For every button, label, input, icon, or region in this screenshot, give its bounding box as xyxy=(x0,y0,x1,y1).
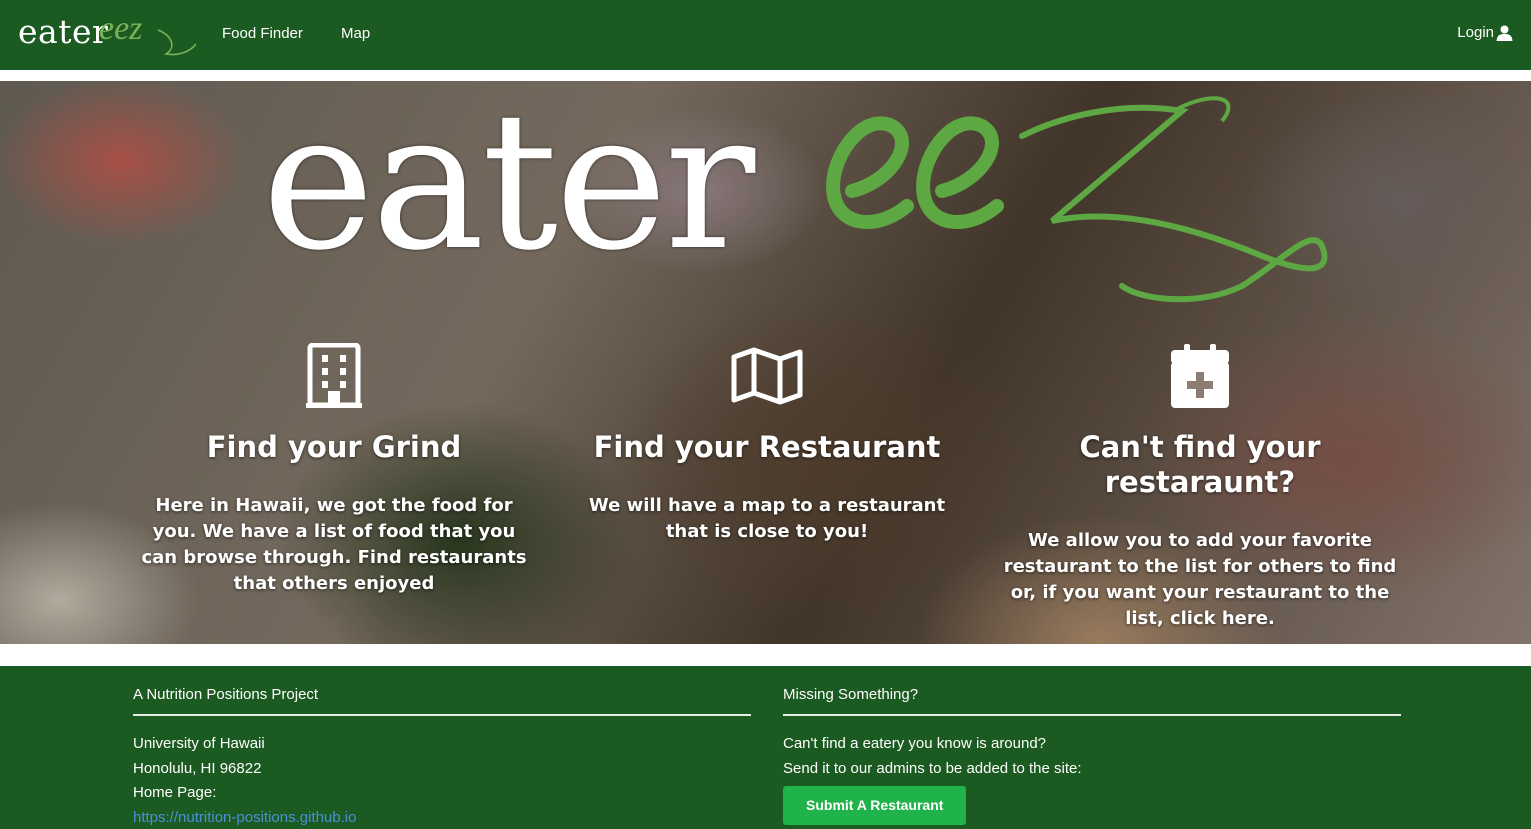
feature-description: We allow you to add your favorite restau… xyxy=(1003,529,1397,629)
map-icon xyxy=(731,347,803,405)
feature-description: Here in Hawaii, we got the food for you.… xyxy=(141,494,527,594)
submit-restaurant-button[interactable]: Submit A Restaurant xyxy=(783,786,967,825)
footer-line: Send it to our admins to be added to the… xyxy=(783,759,1082,777)
footer-address: University of Hawaii Honolulu, HI 96822 … xyxy=(133,732,751,829)
feature-title: Find your Restaurant xyxy=(593,430,941,464)
footer: A Nutrition Positions Project University… xyxy=(0,666,1531,829)
home-page-link[interactable]: https://nutrition-positions.github.io xyxy=(133,806,751,829)
calendar-plus-icon xyxy=(1171,344,1229,408)
top-navbar: eater eez Food Finder Map Login xyxy=(0,0,1531,70)
footer-missing-something: Missing Something? Can't find a eatery y… xyxy=(783,666,1401,825)
footer-line: Home Page: xyxy=(133,784,217,801)
footer-line: Honolulu, HI 96822 xyxy=(133,759,262,777)
feature-title: Can't find your restaraunt? xyxy=(1079,430,1321,499)
brand-logo-eater-text: eater xyxy=(18,12,109,51)
footer-heading: Missing Something? xyxy=(783,686,1401,716)
brand-swash-icon xyxy=(157,29,197,56)
nav-map-link[interactable]: Map xyxy=(341,25,370,42)
feature-add-restaurant[interactable]: Can't find your restaraunt? We allow you… xyxy=(1002,336,1398,632)
building-icon xyxy=(306,343,362,408)
hero-logo-eater-text: eater xyxy=(262,81,755,292)
footer-line: Can't find a eatery you know is around? xyxy=(783,735,1047,752)
user-icon xyxy=(1496,25,1513,41)
feature-title: Find your Grind xyxy=(206,430,462,464)
footer-project-info: A Nutrition Positions Project University… xyxy=(133,666,751,829)
feature-find-grind: Find your Grind Here in Hawaii, we got t… xyxy=(134,336,534,597)
nav-food-finder-link[interactable]: Food Finder xyxy=(222,25,303,42)
hero-logo: eater xyxy=(262,81,1342,321)
feature-find-restaurant: Find your Restaurant We will have a map … xyxy=(577,336,957,545)
login-button[interactable]: Login xyxy=(1457,24,1513,41)
footer-heading: A Nutrition Positions Project xyxy=(133,686,751,716)
hero-logo-eez-script xyxy=(826,96,1328,303)
footer-line: University of Hawaii xyxy=(133,735,265,752)
footer-submit-info: Can't find a eatery you know is around? … xyxy=(783,732,1401,781)
hero-section: eater Find your Grind Here in Hawaii, we… xyxy=(0,81,1531,644)
feature-description: We will have a map to a restaurant that … xyxy=(588,494,946,542)
brand-logo[interactable]: eater eez xyxy=(18,8,197,56)
login-label: Login xyxy=(1457,24,1494,41)
